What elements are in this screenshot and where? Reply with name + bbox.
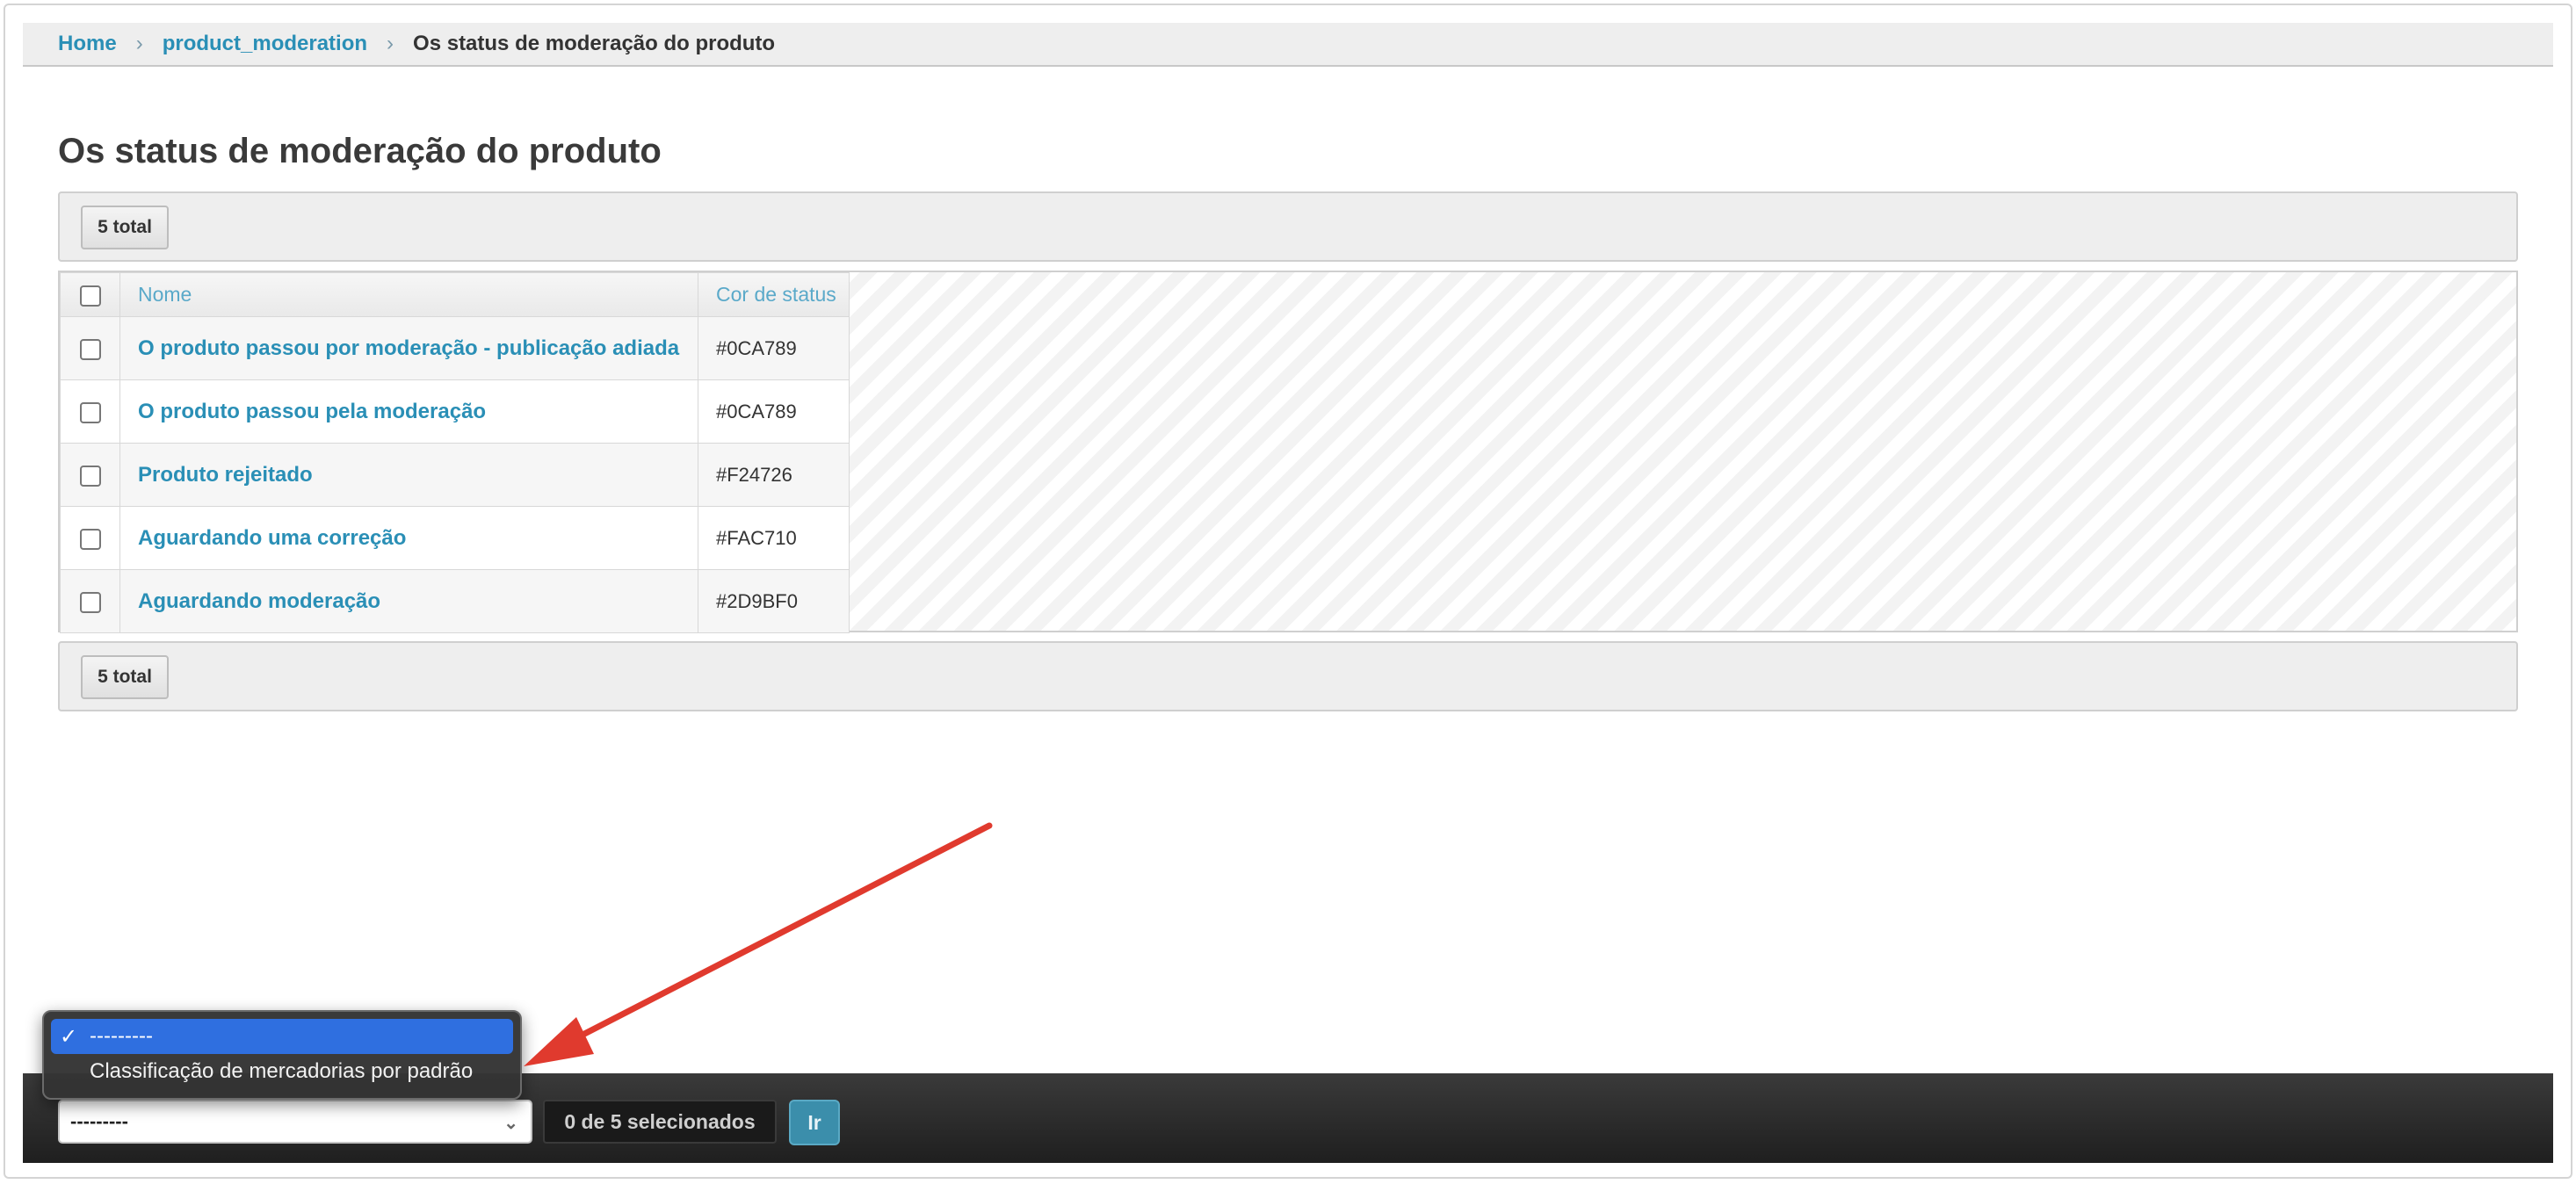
menu-option-empty[interactable]: ✓ ---------	[51, 1019, 513, 1054]
results-toolbar-bottom: 5 total	[58, 641, 2518, 711]
column-header-color[interactable]: Cor de status	[698, 272, 850, 317]
total-count-button[interactable]: 5 total	[81, 655, 169, 699]
column-header-name[interactable]: Nome	[119, 272, 698, 317]
row-checkbox[interactable]	[79, 338, 101, 360]
status-color-value: #FAC710	[698, 506, 850, 570]
status-name-link[interactable]: O produto passou pela moderação	[138, 400, 486, 423]
row-checkbox[interactable]	[79, 591, 101, 613]
selected-count: 0 de 5 selecionados	[543, 1100, 777, 1144]
results-table-container: Nome Cor de status O produto passou por …	[58, 271, 2518, 633]
status-color-value: #F24726	[698, 443, 850, 507]
select-all-checkbox[interactable]	[79, 285, 101, 307]
status-color-value: #0CA789	[698, 379, 850, 444]
table-header-row: Nome Cor de status	[60, 272, 850, 317]
status-name-link[interactable]: Aguardando moderação	[138, 589, 380, 613]
table-row: Aguardando moderação #2D9BF0	[60, 569, 850, 633]
results-table: Nome Cor de status O produto passou por …	[60, 272, 850, 633]
status-name-link[interactable]: Produto rejeitado	[138, 463, 313, 487]
page-title: Os status de moderação do produto	[58, 132, 662, 170]
action-select[interactable]: --------- ⌄	[58, 1100, 532, 1144]
check-icon: ✓	[60, 1025, 78, 1049]
select-all-cell	[60, 272, 120, 317]
status-name-link[interactable]: O produto passou por moderação - publica…	[138, 336, 679, 360]
table-row: O produto passou por moderação - publica…	[60, 316, 850, 380]
action-dropdown-menu: ✓ --------- Classificação de mercadorias…	[42, 1010, 522, 1100]
breadcrumb: Home › product_moderation › Os status de…	[23, 23, 2553, 67]
table-row: O produto passou pela moderação #0CA789	[60, 379, 850, 444]
action-select-value: ---------	[70, 1110, 128, 1132]
row-checkbox[interactable]	[79, 401, 101, 423]
breadcrumb-home-link[interactable]: Home	[58, 32, 117, 56]
menu-option-default-classification[interactable]: Classificação de mercadorias por padrão	[51, 1054, 513, 1089]
breadcrumb-current: Os status de moderação do produto	[413, 32, 776, 55]
status-color-value: #0CA789	[698, 316, 850, 380]
results-toolbar-top: 5 total	[58, 191, 2518, 262]
menu-option-label: Classificação de mercadorias por padrão	[90, 1059, 474, 1083]
status-color-value: #2D9BF0	[698, 569, 850, 633]
table-row: Produto rejeitado #F24726	[60, 443, 850, 507]
chevron-updown-icon: ⌄	[503, 1114, 518, 1133]
row-checkbox[interactable]	[79, 465, 101, 487]
status-name-link[interactable]: Aguardando uma correção	[138, 526, 406, 550]
go-button[interactable]: Ir	[789, 1100, 840, 1145]
chevron-right-icon: ›	[135, 32, 143, 55]
table-row: Aguardando uma correção #FAC710	[60, 506, 850, 570]
total-count-button[interactable]: 5 total	[81, 206, 169, 249]
chevron-right-icon: ›	[387, 32, 394, 55]
breadcrumb-section-link[interactable]: product_moderation	[163, 32, 367, 56]
menu-option-label: ---------	[90, 1024, 153, 1048]
row-checkbox[interactable]	[79, 528, 101, 550]
